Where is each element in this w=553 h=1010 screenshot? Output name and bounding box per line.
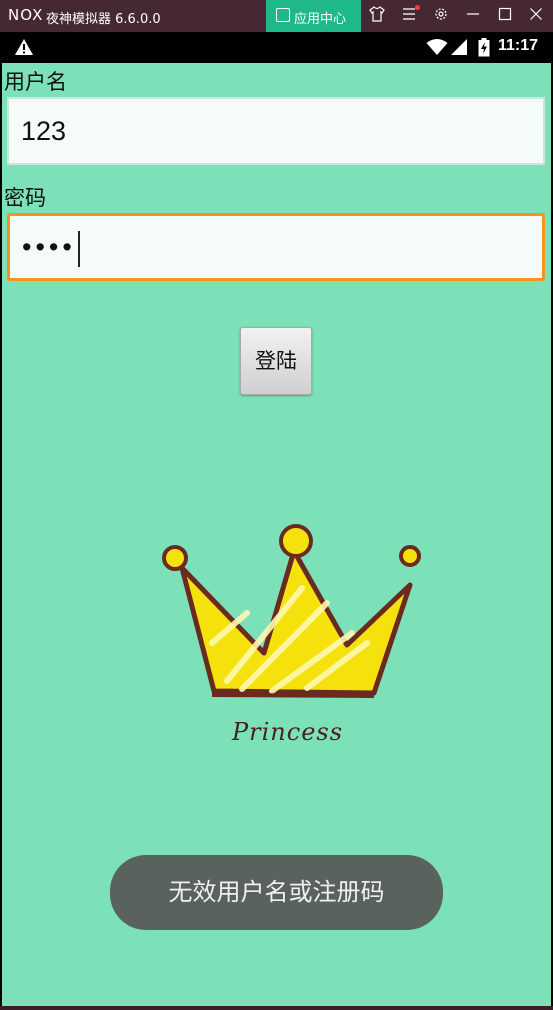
warning-icon bbox=[14, 38, 34, 60]
username-value: 123 bbox=[21, 116, 67, 146]
username-label: 用户名 bbox=[4, 70, 67, 94]
battery-charging-icon bbox=[478, 38, 490, 61]
window-title: 夜神模拟器 6.6.0.0 bbox=[46, 12, 161, 27]
toast-message: 无效用户名或注册码 bbox=[110, 855, 443, 930]
emulator-titlebar: NOX 夜神模拟器 6.6.0.0 应用中心 bbox=[0, 0, 553, 32]
password-label: 密码 bbox=[4, 186, 46, 210]
close-icon[interactable] bbox=[526, 6, 546, 26]
login-button[interactable]: 登陆 bbox=[240, 327, 312, 395]
android-statusbar: 11:17 bbox=[0, 32, 553, 63]
password-value: •••• bbox=[22, 232, 76, 262]
minimize-icon[interactable] bbox=[463, 6, 483, 26]
princess-caption: Princess bbox=[232, 718, 344, 746]
wifi-icon bbox=[426, 39, 448, 60]
crown-image: Princess bbox=[152, 493, 432, 762]
nox-logo: NOX bbox=[8, 6, 44, 24]
bag-icon bbox=[276, 8, 290, 22]
maximize-icon[interactable] bbox=[495, 6, 515, 26]
notification-dot bbox=[415, 5, 420, 10]
text-caret bbox=[77, 230, 80, 267]
settings-icon[interactable] bbox=[431, 6, 451, 26]
shirt-icon[interactable] bbox=[367, 6, 387, 26]
login-activity: 用户名 123 密码 •••• 登陆 Princess 无效用户名或注册码 bbox=[2, 63, 551, 1006]
device-bottom-edge bbox=[0, 1006, 553, 1010]
device-screen: 11:17 用户名 123 密码 •••• 登陆 Princess 无效用户名或… bbox=[0, 32, 553, 1010]
signal-icon bbox=[450, 39, 468, 60]
password-input[interactable]: •••• bbox=[7, 213, 545, 281]
app-center-label: 应用中心 bbox=[294, 12, 347, 27]
app-center-button[interactable]: 应用中心 bbox=[266, 0, 361, 32]
username-input[interactable]: 123 bbox=[7, 97, 545, 165]
status-clock: 11:17 bbox=[498, 37, 539, 54]
